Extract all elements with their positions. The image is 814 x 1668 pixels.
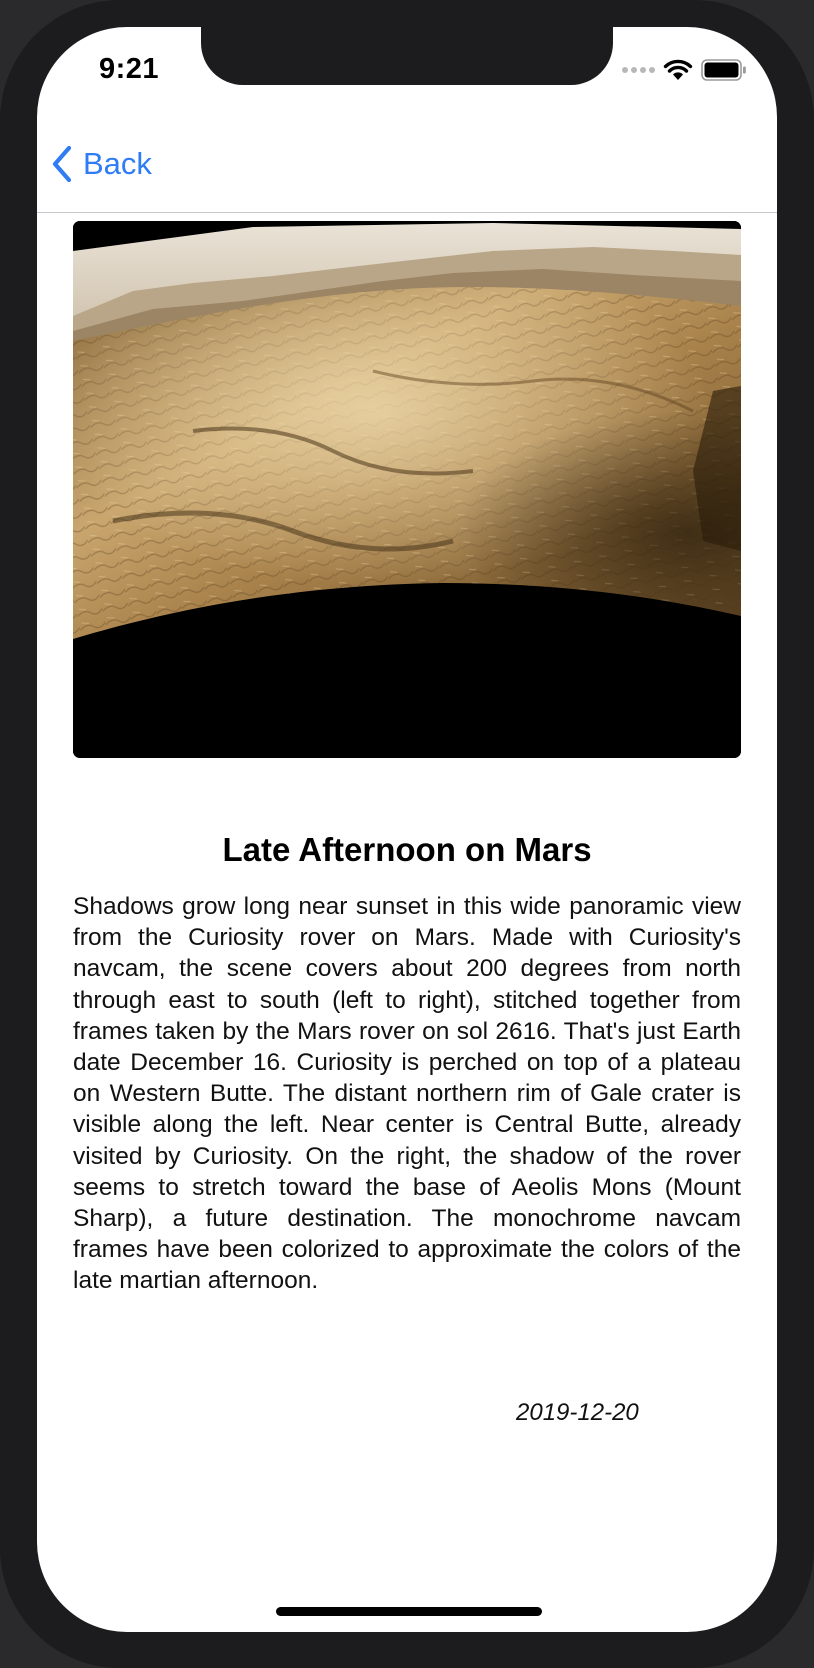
cellular-signal-icon — [622, 67, 655, 73]
article-description: Shadows grow long near sunset in this wi… — [73, 893, 741, 1295]
notch — [201, 27, 613, 85]
chevron-left-icon — [52, 145, 72, 183]
back-button-label: Back — [83, 146, 152, 181]
screen: 9:21 Back Late Afternoon on Mars Shadows… — [37, 27, 777, 1632]
navigation-bar: Back — [37, 115, 777, 213]
mars-panorama-image — [73, 221, 741, 758]
battery-icon — [701, 59, 746, 81]
status-time: 9:21 — [99, 53, 160, 85]
wifi-icon — [663, 59, 693, 80]
status-icons — [622, 59, 747, 81]
article-title: Late Afternoon on Mars — [222, 831, 592, 868]
back-button[interactable]: Back — [51, 145, 152, 183]
home-indicator — [276, 1607, 542, 1616]
device-frame: 9:21 Back Late Afternoon on Mars Shadows… — [0, 0, 814, 1668]
article-date: 2019-12-20 — [516, 1399, 639, 1426]
